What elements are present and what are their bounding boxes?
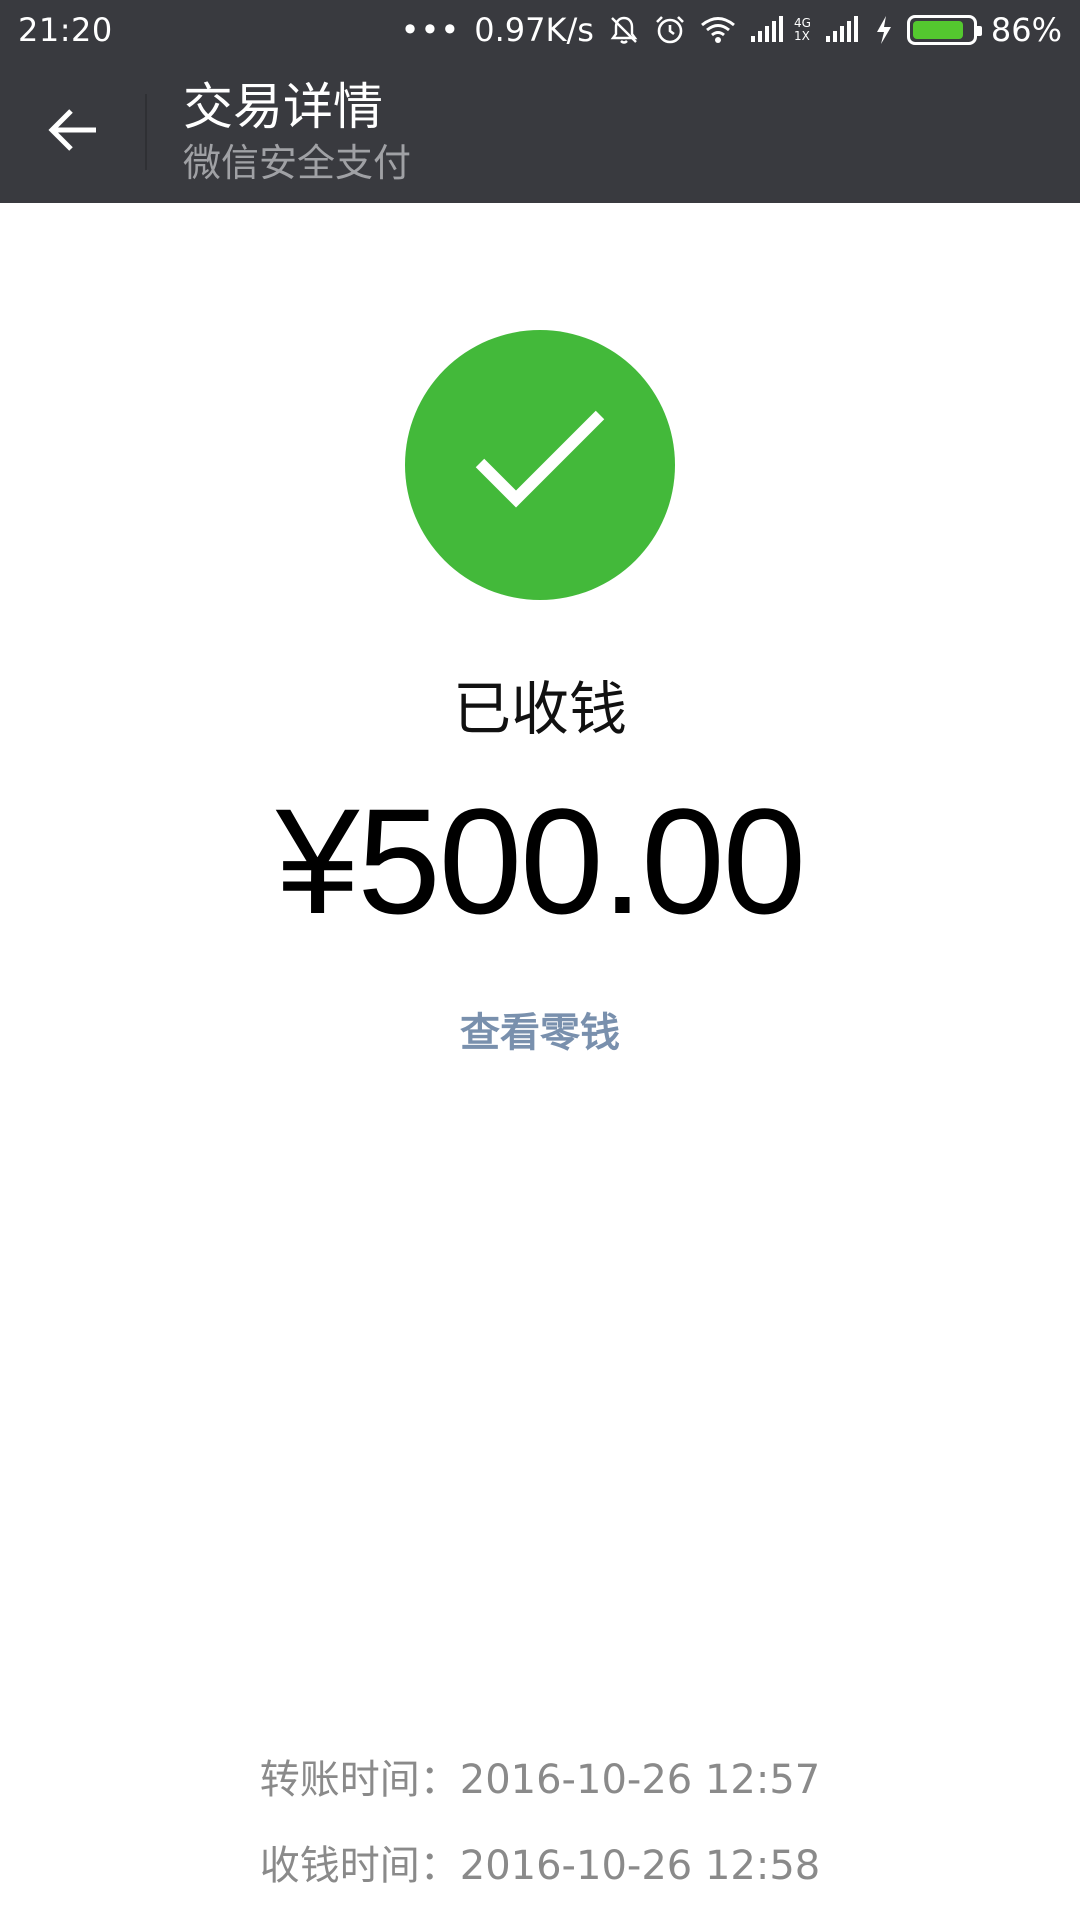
header-divider bbox=[145, 93, 147, 170]
page-title: 交易详情 bbox=[183, 77, 383, 136]
payment-amount: ¥500.00 bbox=[275, 777, 806, 945]
battery-icon bbox=[906, 15, 982, 45]
arrow-left-icon bbox=[46, 103, 100, 161]
signal-icon bbox=[825, 16, 861, 44]
status-indicators: ••• 0.97K/s 4G 1X 86% bbox=[401, 11, 1062, 49]
alarm-icon bbox=[654, 14, 686, 46]
success-icon bbox=[405, 330, 675, 600]
status-time: 21:20 bbox=[18, 11, 113, 49]
title-block: 交易详情 微信安全支付 bbox=[183, 76, 411, 188]
network-speed: 0.97K/s bbox=[474, 11, 594, 49]
notification-dots: ••• bbox=[400, 11, 461, 49]
checkmark-icon bbox=[460, 383, 620, 547]
battery-percent: 86% bbox=[990, 11, 1062, 49]
received-time: 收钱时间：2016-10-26 12:58 bbox=[259, 1843, 821, 1889]
status-bar: 21:20 ••• 0.97K/s 4G 1X 86% bbox=[0, 0, 1080, 60]
view-change-link[interactable]: 查看零钱 bbox=[0, 1000, 1080, 1058]
network-type: 4G 1X bbox=[794, 17, 811, 43]
header: 交易详情 微信安全支付 bbox=[0, 60, 1080, 203]
page-subtitle: 微信安全支付 bbox=[183, 140, 412, 185]
mute-icon bbox=[608, 14, 640, 46]
signal-icon bbox=[750, 16, 786, 44]
battery-level bbox=[912, 21, 963, 39]
wifi-icon bbox=[700, 15, 736, 45]
back-button[interactable] bbox=[0, 60, 145, 203]
charging-icon bbox=[875, 15, 893, 45]
transfer-time: 转账时间：2016-10-26 12:57 bbox=[259, 1757, 821, 1803]
network-type-1x: 1X bbox=[793, 29, 810, 43]
payment-status: 已收钱 bbox=[452, 675, 627, 743]
